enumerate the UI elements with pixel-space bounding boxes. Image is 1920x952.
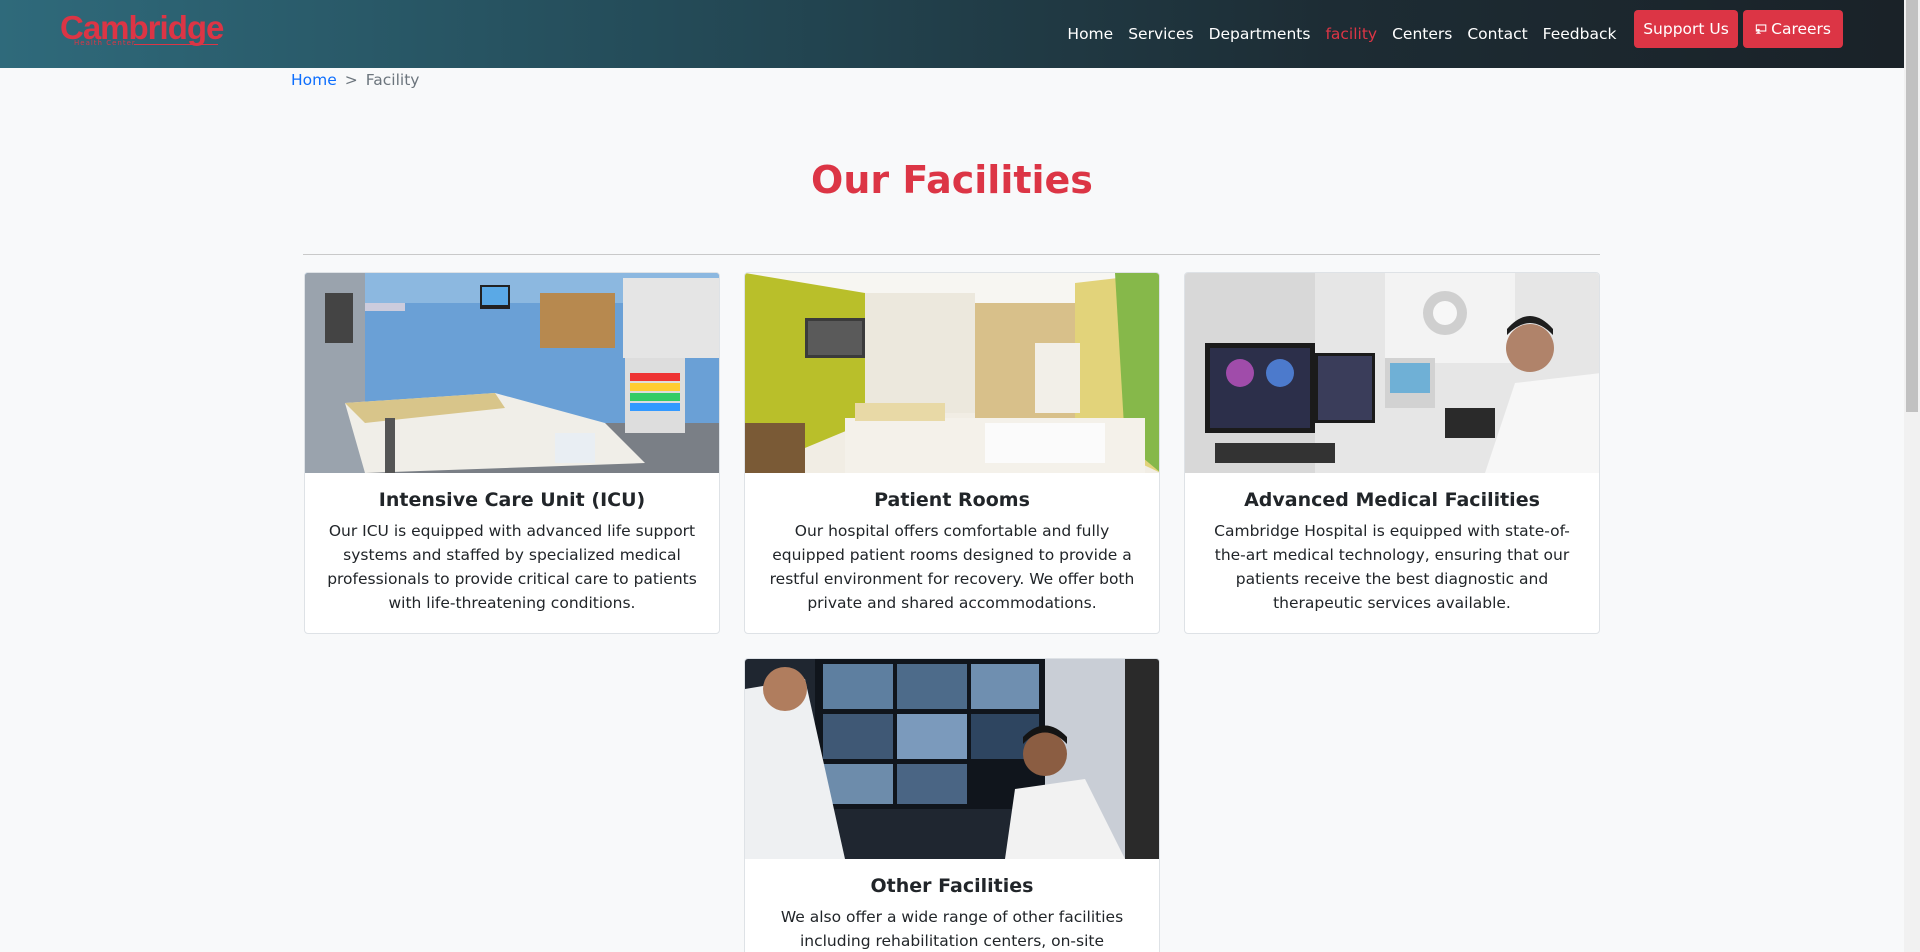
- top-navbar: Cambridge Health Center Home Services De…: [0, 0, 1904, 68]
- nav-centers[interactable]: Centers: [1385, 25, 1460, 43]
- nav-services[interactable]: Services: [1121, 25, 1201, 43]
- brand-logo[interactable]: Cambridge Health Center: [60, 6, 224, 50]
- breadcrumb: Home > Facility: [291, 71, 419, 89]
- card-text: Our ICU is equipped with advanced life s…: [327, 522, 697, 612]
- nav-home[interactable]: Home: [1060, 25, 1121, 43]
- card-title: Other Facilities: [870, 875, 1034, 897]
- advanced-medical-image: [1185, 273, 1599, 473]
- nav-links: Home Services Departments facility Cente…: [1060, 0, 1624, 68]
- brand-underline: [134, 44, 218, 45]
- card-text: Our hospital offers comfortable and full…: [769, 522, 1135, 612]
- nav-departments[interactable]: Departments: [1201, 25, 1318, 43]
- facility-card-patient-rooms: Patient Rooms Our hospital offers comfor…: [744, 272, 1160, 634]
- page-scrollbar[interactable]: [1904, 0, 1920, 952]
- nav-contact[interactable]: Contact: [1460, 25, 1535, 43]
- support-us-button[interactable]: Support Us: [1634, 10, 1738, 48]
- patient-room-image: [745, 273, 1159, 473]
- facility-card-advanced-medical: Advanced Medical Facilities Cambridge Ho…: [1184, 272, 1600, 634]
- careers-icon: [1755, 24, 1767, 34]
- card-title: Advanced Medical Facilities: [1244, 489, 1540, 511]
- careers-label: Careers: [1771, 20, 1831, 38]
- card-text: Cambridge Hospital is equipped with stat…: [1214, 522, 1570, 612]
- card-title: Patient Rooms: [874, 489, 1030, 511]
- scrollbar-thumb[interactable]: [1906, 0, 1918, 412]
- title-divider: [303, 254, 1600, 255]
- other-facilities-image: [745, 659, 1159, 859]
- card-text: We also offer a wide range of other faci…: [780, 908, 1124, 950]
- breadcrumb-home[interactable]: Home: [291, 71, 337, 89]
- icu-image: [305, 273, 719, 473]
- facility-card-other: Other Facilities We also offer a wide ra…: [744, 658, 1160, 952]
- nav-feedback[interactable]: Feedback: [1535, 25, 1624, 43]
- facility-card-icu: Intensive Care Unit (ICU) Our ICU is equ…: [304, 272, 720, 634]
- brand-subtitle: Health Center: [74, 39, 136, 47]
- careers-button[interactable]: Careers: [1743, 10, 1843, 48]
- breadcrumb-current: Facility: [365, 71, 420, 89]
- breadcrumb-separator: >: [344, 71, 358, 89]
- nav-facility[interactable]: facility: [1318, 25, 1385, 43]
- card-title: Intensive Care Unit (ICU): [378, 489, 646, 511]
- page-title: Our Facilities: [811, 158, 1093, 202]
